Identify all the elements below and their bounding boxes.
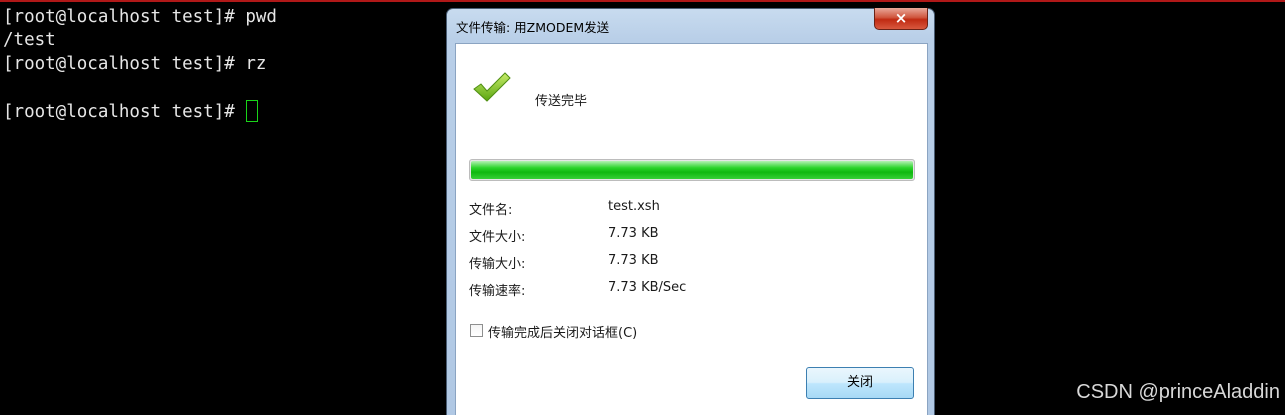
- transferred-size-label: 传输大小:: [469, 257, 526, 272]
- dialog-content: 传送完毕 文件名: test.xsh 文件大小: 7.73 KB 传输大小: 7…: [455, 43, 928, 415]
- progress-bar: [469, 159, 915, 181]
- checkmark-icon: [473, 72, 511, 102]
- file-size-label: 文件大小:: [469, 230, 526, 245]
- file-name-value: test.xsh: [608, 199, 660, 214]
- terminal-line: [root@localhost test]# pwd: [3, 7, 277, 27]
- transfer-status: 传送完毕: [535, 94, 588, 109]
- file-size-value: 7.73 KB: [608, 226, 659, 241]
- file-transfer-dialog: 文件传输: 用ZMODEM发送 × 传送完毕 文件名: test.xsh 文件大…: [446, 8, 935, 415]
- close-on-complete-checkbox[interactable]: [470, 324, 483, 337]
- progress-fill: [471, 161, 913, 179]
- transfer-rate-label: 传输速率:: [469, 284, 526, 299]
- dialog-title: 文件传输: 用ZMODEM发送: [456, 20, 610, 35]
- terminal-prompt-line: [root@localhost test]#: [3, 99, 443, 123]
- close-button[interactable]: 关闭: [806, 367, 914, 399]
- close-icon[interactable]: ×: [874, 8, 928, 30]
- terminal-cursor: [246, 99, 259, 122]
- terminal-line: [root@localhost test]# rz: [3, 53, 267, 74]
- transfer-rate-value: 7.73 KB/Sec: [608, 280, 687, 295]
- close-on-complete-label[interactable]: 传输完成后关闭对话框(C): [488, 322, 637, 341]
- terminal[interactable]: [root@localhost test]# pwd /test [root@l…: [3, 6, 443, 411]
- watermark: CSDN @princeAladdin: [1076, 381, 1280, 403]
- file-name-label: 文件名:: [469, 203, 513, 218]
- terminal-line: /test: [3, 30, 56, 51]
- dialog-titlebar[interactable]: 文件传输: 用ZMODEM发送 ×: [447, 8, 934, 39]
- window-top-border: [0, 0, 1285, 2]
- terminal-prompt: [root@localhost test]#: [3, 101, 246, 122]
- transferred-size-value: 7.73 KB: [608, 253, 659, 268]
